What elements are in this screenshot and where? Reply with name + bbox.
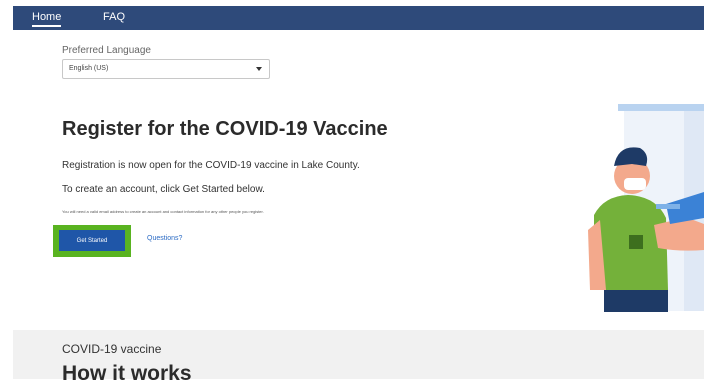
email-requirement-note: You will need a valid email address to c… xyxy=(62,209,264,214)
get-started-button[interactable]: Get Started xyxy=(59,230,125,251)
nav-home-link[interactable]: Home xyxy=(32,11,62,27)
top-nav: Home FAQ xyxy=(13,6,704,30)
language-select-value: English (US) xyxy=(69,65,109,72)
page-title: Register for the COVID-19 Vaccine xyxy=(62,118,388,140)
vaccination-illustration xyxy=(588,104,704,312)
registration-open-text: Registration is now open for the COVID-1… xyxy=(62,160,360,171)
how-it-works-heading: How it works xyxy=(62,362,192,385)
preferred-language-label: Preferred Language xyxy=(62,45,151,56)
questions-link[interactable]: Questions? xyxy=(147,235,182,242)
create-account-text: To create an account, click Get Started … xyxy=(62,184,265,195)
chevron-down-icon xyxy=(256,67,262,71)
how-it-works-section: COVID-19 vaccine How it works xyxy=(13,330,704,385)
nav-faq-link[interactable]: FAQ xyxy=(103,11,125,23)
how-it-works-subtitle: COVID-19 vaccine xyxy=(62,342,162,356)
language-select[interactable]: English (US) xyxy=(62,59,270,79)
